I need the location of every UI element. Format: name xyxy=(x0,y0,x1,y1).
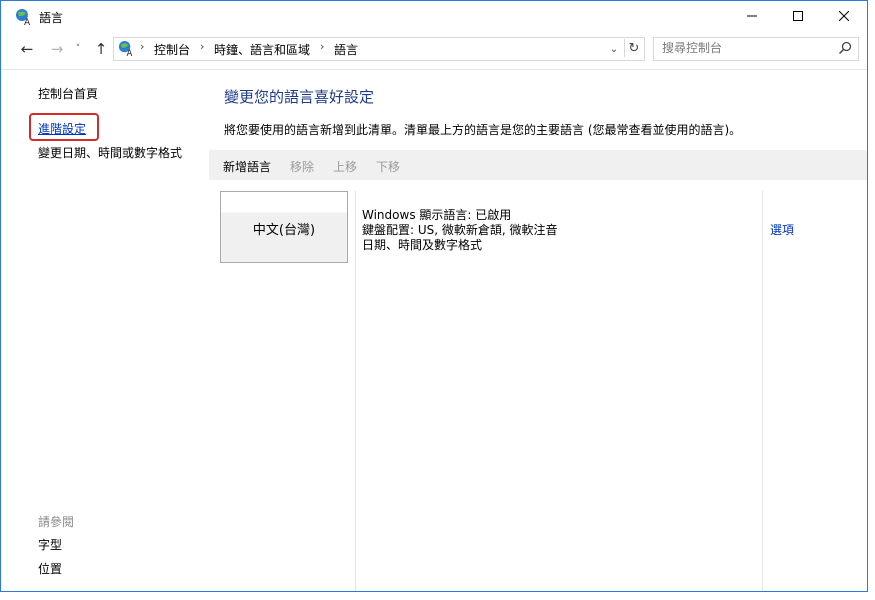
close-icon xyxy=(839,11,849,21)
maximize-button[interactable] xyxy=(775,1,821,31)
location-link[interactable]: 位置 xyxy=(38,560,62,577)
control-panel-icon: A xyxy=(118,40,133,57)
chevron-down-icon: ˅ xyxy=(75,44,81,54)
see-also-label: 請參閱 xyxy=(38,515,75,529)
recent-locations-button[interactable]: ˅ xyxy=(71,39,85,59)
breadcrumb-separator-icon: › xyxy=(140,40,145,53)
title-bar: A 字 語言 xyxy=(1,1,867,31)
breadcrumb-language[interactable]: 語言 xyxy=(334,41,358,58)
move-up-button[interactable]: 上移 xyxy=(333,158,357,175)
advanced-settings-link[interactable]: 進階設定 xyxy=(38,120,86,137)
language-name: 中文(台灣) xyxy=(252,223,316,238)
fonts-link[interactable]: 字型 xyxy=(38,536,62,553)
control-panel-home-link[interactable]: 控制台首頁 xyxy=(38,85,98,102)
column-divider xyxy=(355,191,356,591)
refresh-button[interactable]: ↻ xyxy=(624,39,643,57)
language-tile[interactable]: 中文(台灣) xyxy=(220,191,348,263)
chevron-down-icon: ⌄ xyxy=(609,43,619,55)
forward-button[interactable]: → xyxy=(47,39,67,59)
move-down-button[interactable]: 下移 xyxy=(376,158,400,175)
breadcrumb-separator-icon: › xyxy=(200,40,205,53)
add-language-button[interactable]: 新增語言 xyxy=(223,158,271,175)
column-divider xyxy=(762,191,763,591)
refresh-icon: ↻ xyxy=(628,40,640,56)
up-arrow-icon: ↑ xyxy=(94,40,108,58)
breadcrumb-control-panel[interactable]: 控制台 xyxy=(154,41,190,58)
search-input[interactable] xyxy=(654,38,832,58)
language-app-icon: A 字 xyxy=(16,9,33,26)
remove-button[interactable]: 移除 xyxy=(290,158,314,175)
search-box xyxy=(653,37,859,61)
address-dropdown-button[interactable]: ⌄ xyxy=(606,40,622,58)
window-title: 語言 xyxy=(39,11,64,25)
forward-arrow-icon: → xyxy=(50,40,64,58)
svg-text:字: 字 xyxy=(27,10,33,19)
language-window: A 字 語言 ← → ˅ ↑ A xyxy=(0,0,868,592)
back-arrow-icon: ← xyxy=(20,40,34,58)
search-icon[interactable] xyxy=(838,41,852,55)
language-options-link[interactable]: 選項 xyxy=(770,221,794,238)
language-info-formats: 日期、時間及數字格式 xyxy=(362,238,483,252)
page-title: 變更您的語言喜好設定 xyxy=(224,88,375,106)
navigation-bar: ← → ˅ ↑ A › 控制台 › 時鐘、語言和區域 › 語言 ⌄ ↻ 搜尋控制… xyxy=(1,35,867,63)
breadcrumb-separator-icon: › xyxy=(320,40,325,53)
maximize-icon xyxy=(793,11,803,21)
change-date-time-number-formats-link[interactable]: 變更日期、時間或數字格式 xyxy=(38,144,182,161)
address-bar[interactable]: A › 控制台 › 時鐘、語言和區域 › 語言 ⌄ ↻ xyxy=(113,37,645,61)
minimize-button[interactable] xyxy=(729,1,775,31)
minimize-icon xyxy=(747,15,757,17)
page-description: 將您要使用的語言新增到此清單。清單最上方的語言是您的主要語言 (您最常查看並使用… xyxy=(224,123,742,137)
back-button[interactable]: ← xyxy=(17,39,37,59)
svg-text:A: A xyxy=(127,49,133,57)
language-toolbar: 新增語言 移除 上移 下移 xyxy=(209,150,867,180)
close-button[interactable] xyxy=(821,1,867,31)
svg-text:A: A xyxy=(24,18,31,26)
breadcrumb-clock-language-region[interactable]: 時鐘、語言和區域 xyxy=(214,41,310,58)
up-button[interactable]: ↑ xyxy=(91,39,111,59)
header-divider xyxy=(1,69,867,70)
